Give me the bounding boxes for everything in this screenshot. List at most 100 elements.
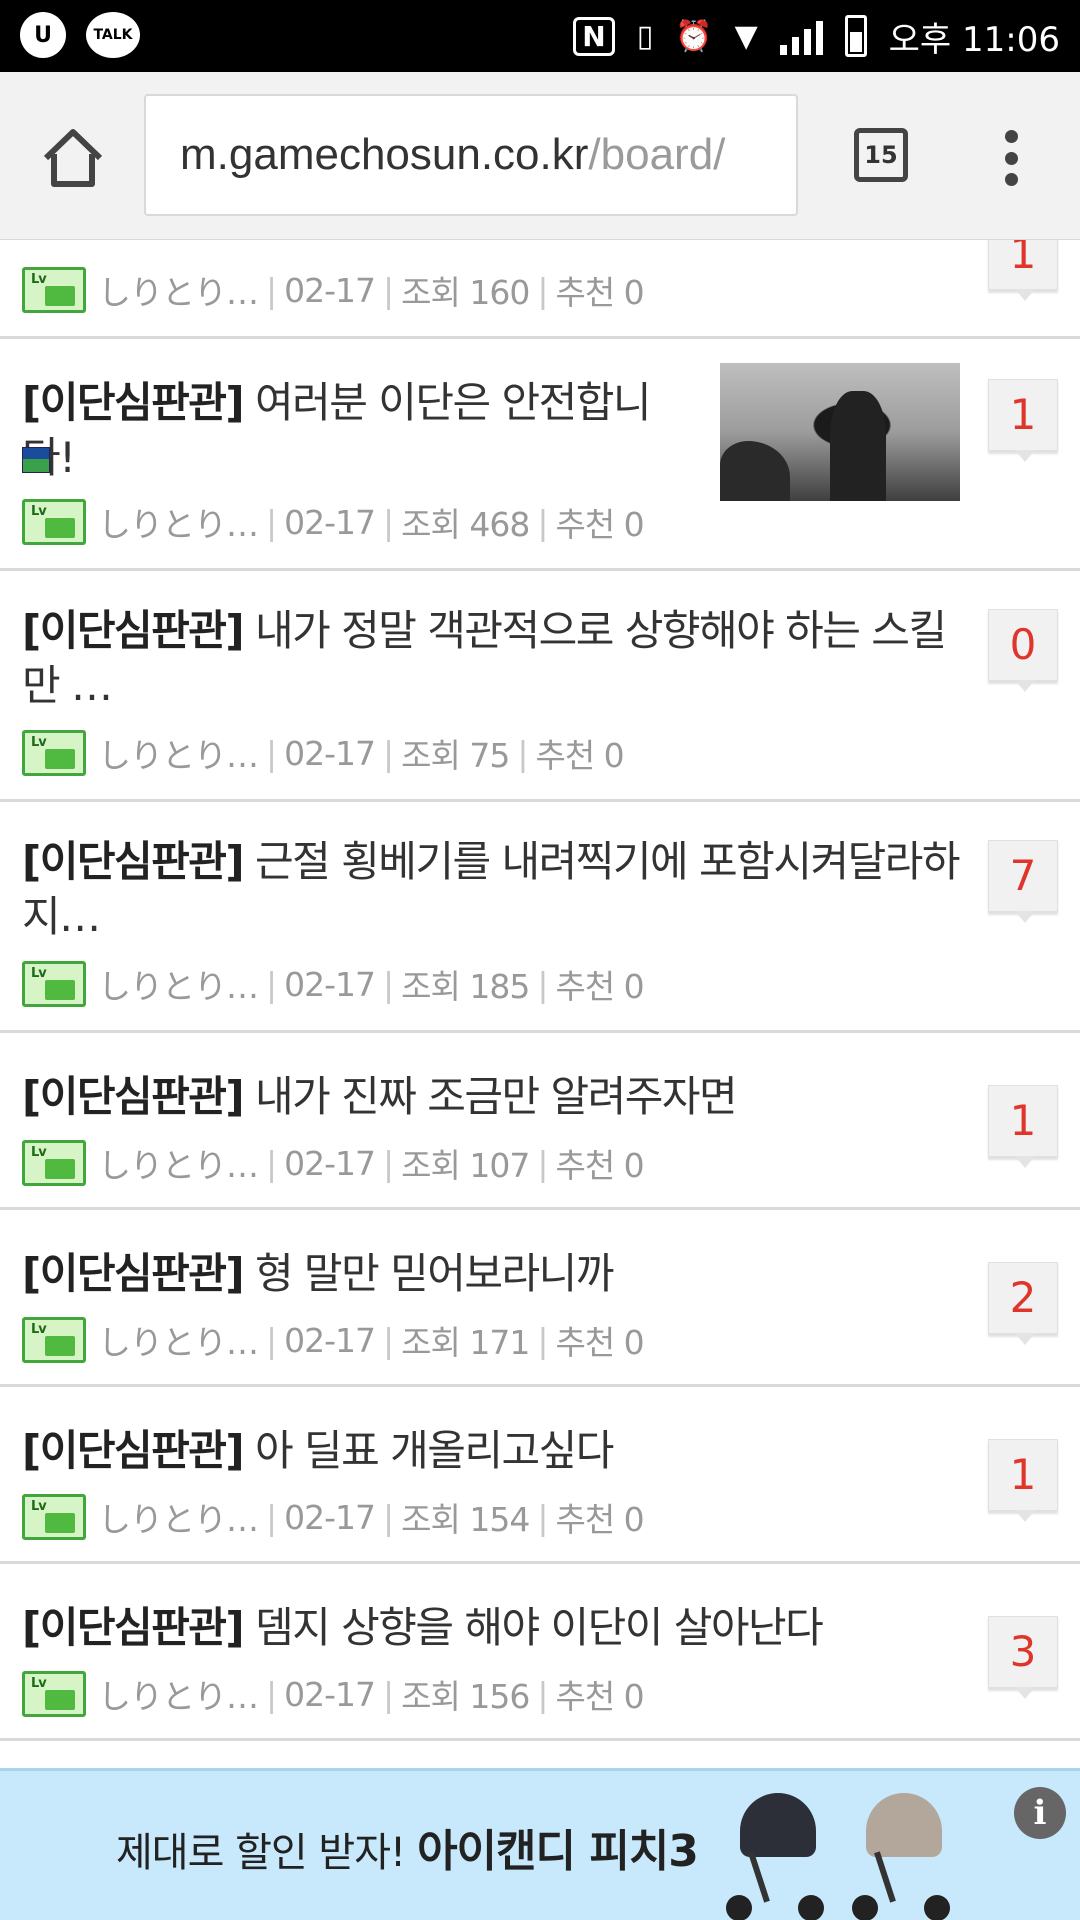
kakaotalk-icon: TALK: [86, 12, 140, 58]
post-author: しりとり…: [98, 1500, 259, 1539]
post-author: しりとり…: [98, 1677, 259, 1716]
post-views: 조회 171: [401, 1323, 530, 1362]
vibrate-icon: ▯: [636, 18, 654, 54]
post-title: [이단심판관] 뎀지 상향을 해야 이단이 살아난다: [22, 1603, 824, 1652]
post-date: 02-17: [284, 1497, 376, 1537]
status-bar: U TALK N ▯ ⏰ ▼ 오후 11:06: [0, 0, 1080, 72]
post-author: しりとり…: [98, 273, 259, 312]
post-meta: しりとり…| 02-17| 조회 107| 추천 0: [22, 1139, 645, 1187]
comment-count-badge: 7: [988, 840, 1058, 923]
post-recommend: 추천 0: [555, 273, 644, 312]
post-title: [이단심판관] 내가 진짜 조금만 알려주자면: [22, 1072, 738, 1121]
post-author: しりとり…: [98, 1146, 259, 1185]
level-badge-icon: [22, 499, 86, 545]
post-meta: しりとり…| 02-17| 조회 468| 추천 0: [22, 498, 645, 546]
post-views: 조회 154: [401, 1500, 530, 1539]
comment-count-badge: 1: [988, 1439, 1058, 1522]
signal-icon: [779, 17, 823, 55]
list-item[interactable]: しりとり…| 02-17| 조회 160| 추천 0 1: [0, 240, 1080, 339]
ad-text: 제대로 할인 받자! 아이캔디 피치3: [116, 1815, 699, 1879]
ad-banner[interactable]: 제대로 할인 받자! 아이캔디 피치3 i: [0, 1768, 1080, 1920]
browser-toolbar: m.gamechosun.co.kr/board/ 15: [0, 72, 1080, 240]
level-badge-icon: [22, 730, 86, 776]
post-views: 조회 75: [401, 736, 510, 775]
ad-product-name: 아이캔디 피치3: [417, 1826, 699, 1877]
post-thumbnail[interactable]: [720, 363, 960, 501]
home-icon[interactable]: [38, 124, 108, 194]
url-path: /board/: [588, 130, 726, 179]
post-date: 02-17: [284, 1143, 376, 1183]
post-views: 조회 468: [401, 505, 530, 544]
post-date: 02-17: [284, 733, 376, 773]
post-author: しりとり…: [98, 505, 259, 544]
post-author: しりとり…: [98, 736, 259, 775]
post-date: 02-17: [284, 270, 376, 310]
post-meta: しりとり…| 02-17| 조회 75| 추천 0: [22, 729, 625, 777]
level-badge-icon: [22, 1140, 86, 1186]
post-recommend: 추천 0: [555, 1146, 644, 1185]
level-badge-icon: [22, 1494, 86, 1540]
post-date: 02-17: [284, 1674, 376, 1714]
post-meta: しりとり…| 02-17| 조회 156| 추천 0: [22, 1670, 645, 1718]
level-badge-icon: [22, 1317, 86, 1363]
uplus-app-icon: U: [20, 12, 66, 58]
post-title: [이단심판관] 근절 횡베기를 내려찍기에 포함시켜달라하지…: [22, 837, 961, 941]
ad-info-icon[interactable]: i: [1014, 1787, 1066, 1839]
clock-time: 11:06: [962, 19, 1060, 60]
post-meta: しりとり…| 02-17| 조회 154| 추천 0: [22, 1493, 645, 1541]
post-recommend: 추천 0: [555, 1677, 644, 1716]
post-meta: しりとり…| 02-17| 조회 160| 추천 0: [22, 266, 645, 314]
image-attachment-icon: [22, 447, 50, 473]
list-item[interactable]: [이단심판관] 아 딜표 개올리고싶다 しりとり…| 02-17| 조회 154…: [0, 1387, 1080, 1564]
post-author: しりとり…: [98, 967, 259, 1006]
comment-count-badge: 1: [988, 240, 1058, 301]
post-title: [이단심판관] 내가 정말 객관적으로 상향해야 하는 스킬만 …: [22, 606, 947, 710]
post-date: 02-17: [284, 1320, 376, 1360]
clock-ampm: 오후: [888, 19, 952, 60]
wifi-icon: ▼: [734, 18, 758, 54]
post-title: [이단심판관] 여러분 이단은 안전합니다!: [22, 378, 652, 482]
post-date: 02-17: [284, 502, 376, 542]
post-title: [이단심판관] 아 딜표 개올리고싶다: [22, 1426, 614, 1475]
post-views: 조회 160: [401, 273, 530, 312]
post-meta: しりとり…| 02-17| 조회 185| 추천 0: [22, 960, 645, 1008]
level-badge-icon: [22, 267, 86, 313]
list-item[interactable]: [이단심판관] 내가 진짜 조금만 알려주자면 しりとり…| 02-17| 조회…: [0, 1033, 1080, 1210]
post-recommend: 추천 0: [555, 967, 644, 1006]
url-host: m.gamechosun.co.kr: [180, 130, 589, 179]
overflow-menu-icon[interactable]: [998, 130, 1024, 186]
post-author: しりとり…: [98, 1323, 259, 1362]
list-item[interactable]: [이단심판관] 뎀지 상향을 해야 이단이 살아난다 しりとり…| 02-17|…: [0, 1564, 1080, 1741]
stroller-image: [846, 1781, 956, 1920]
post-recommend: 추천 0: [555, 1323, 644, 1362]
list-item[interactable]: [이단심판관] 내가 정말 객관적으로 상향해야 하는 스킬만 … しりとり…|…: [0, 571, 1080, 802]
level-badge-icon: [22, 1671, 86, 1717]
list-item[interactable]: [이단심판관] 여러분 이단은 안전합니다! しりとり…| 02-17| 조회 …: [0, 339, 1080, 571]
post-recommend: 추천 0: [555, 505, 644, 544]
list-item[interactable]: [이단심판관] 근절 횡베기를 내려찍기에 포함시켜달라하지… しりとり…| 0…: [0, 802, 1080, 1033]
comment-count-badge: 0: [988, 609, 1058, 692]
comment-count-badge: 3: [988, 1616, 1058, 1699]
ad-slogan: 제대로 할인 받자!: [116, 1830, 406, 1876]
battery-icon: [844, 15, 867, 57]
post-recommend: 추천 0: [535, 736, 624, 775]
comment-count-badge: 1: [988, 379, 1058, 462]
post-title: [이단심판관] 형 말만 믿어보라니까: [22, 1249, 614, 1298]
post-views: 조회 156: [401, 1677, 530, 1716]
comment-count-badge: 1: [988, 1085, 1058, 1168]
post-views: 조회 185: [401, 967, 530, 1006]
alarm-icon: ⏰: [675, 18, 713, 54]
stroller-image: [720, 1781, 830, 1920]
nfc-icon: N: [573, 16, 615, 56]
url-bar[interactable]: m.gamechosun.co.kr/board/: [144, 94, 798, 216]
post-meta: しりとり…| 02-17| 조회 171| 추천 0: [22, 1316, 645, 1364]
post-list: しりとり…| 02-17| 조회 160| 추천 0 1 [이단심판관] 여러분…: [0, 240, 1080, 1768]
post-views: 조회 107: [401, 1146, 530, 1185]
tab-switcher-button[interactable]: 15: [854, 128, 908, 182]
comment-count-badge: 2: [988, 1262, 1058, 1345]
level-badge-icon: [22, 961, 86, 1007]
post-date: 02-17: [284, 964, 376, 1004]
post-recommend: 추천 0: [555, 1500, 644, 1539]
clock: 오후 11:06: [889, 12, 1060, 61]
list-item[interactable]: [이단심판관] 형 말만 믿어보라니까 しりとり…| 02-17| 조회 171…: [0, 1210, 1080, 1387]
